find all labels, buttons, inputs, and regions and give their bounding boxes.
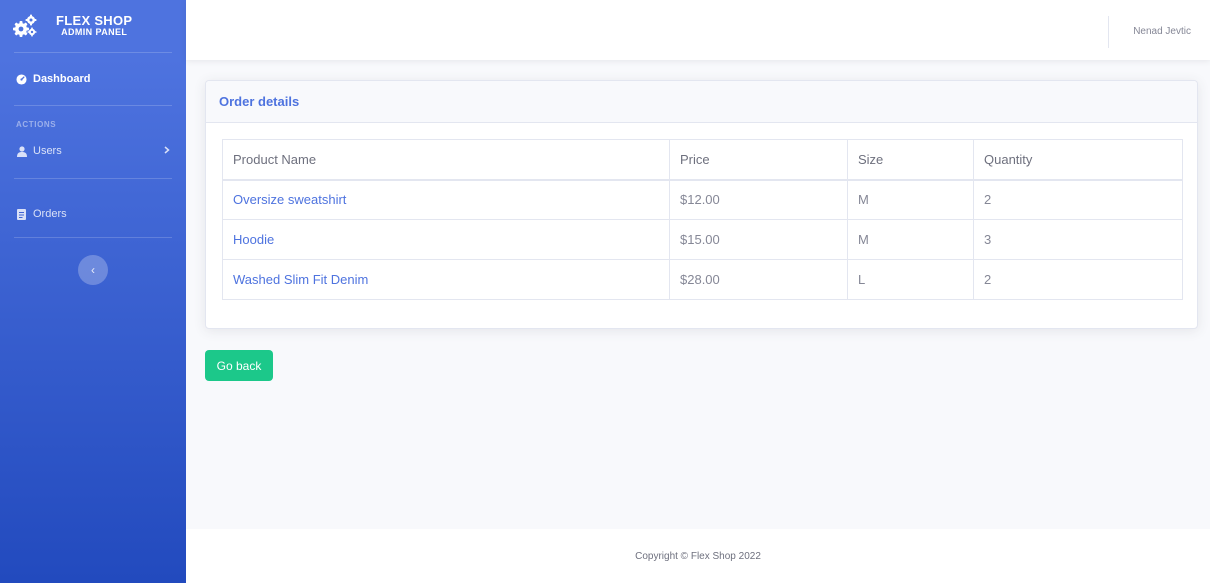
table-row: Hoodie $15.00 M 3 [222, 219, 1183, 260]
table-row: Washed Slim Fit Denim $28.00 L 2 [222, 259, 1183, 300]
sidebar-item-label: Orders [33, 208, 67, 220]
product-link[interactable]: Oversize sweatshirt [233, 192, 346, 207]
sidebar-brand[interactable]: FLEX SHOP ADMIN PANEL [0, 0, 186, 52]
size-cell: L [847, 259, 974, 300]
order-items-table: Product Name Price Size Quantity Oversiz… [222, 139, 1183, 300]
copyright-text: Copyright © Flex Shop 2022 [635, 550, 761, 562]
product-link[interactable]: Washed Slim Fit Denim [233, 272, 368, 287]
price-cell: $28.00 [669, 259, 848, 300]
footer: Copyright © Flex Shop 2022 [186, 529, 1210, 583]
sidebar-heading-actions: ACTIONS [16, 120, 57, 129]
table-header-row: Product Name Price Size Quantity [222, 139, 1183, 181]
column-header-product: Product Name [222, 139, 670, 181]
column-header-size: Size [847, 139, 974, 181]
brand-text: FLEX SHOP ADMIN PANEL [56, 12, 133, 38]
sidebar-item-users[interactable]: Users [0, 134, 186, 178]
brand-title: FLEX SHOP [56, 12, 133, 28]
brand-subtitle: ADMIN PANEL [61, 27, 128, 38]
column-header-quantity: Quantity [973, 139, 1183, 181]
topbar-divider [1108, 16, 1109, 48]
quantity-cell: 2 [973, 259, 1183, 300]
size-cell: M [847, 179, 974, 220]
product-cell: Hoodie [222, 219, 670, 260]
sidebar-toggle-button[interactable]: ‹ [78, 255, 108, 285]
price-cell: $15.00 [669, 219, 848, 260]
sidebar-toggle-wrap: ‹ [0, 255, 186, 285]
column-header-price: Price [669, 139, 848, 181]
cogs-icon [12, 13, 38, 39]
go-back-button[interactable]: Go back [205, 350, 273, 381]
topbar: Nenad Jevtic [186, 0, 1210, 60]
user-menu[interactable]: Nenad Jevtic [1133, 26, 1191, 37]
size-cell: M [847, 219, 974, 260]
user-icon [16, 145, 27, 157]
product-cell: Washed Slim Fit Denim [222, 259, 670, 300]
card-title: Order details [206, 81, 1197, 123]
sidebar: FLEX SHOP ADMIN PANEL Dashboard ACTIONS … [0, 0, 186, 583]
quantity-cell: 2 [973, 179, 1183, 220]
chevron-left-icon: ‹ [91, 263, 95, 277]
chevron-right-icon [164, 145, 170, 157]
table-row: Oversize sweatshirt $12.00 M 2 [222, 179, 1183, 220]
order-details-card: Order details Product Name Price Size Qu… [205, 80, 1198, 329]
file-icon [16, 208, 27, 220]
tachometer-icon [16, 73, 27, 85]
sidebar-item-dashboard[interactable]: Dashboard [0, 53, 186, 105]
quantity-cell: 3 [973, 219, 1183, 260]
sidebar-divider [14, 237, 172, 238]
price-cell: $12.00 [669, 179, 848, 220]
order-table-wrap: Product Name Price Size Quantity Oversiz… [222, 139, 1183, 300]
product-link[interactable]: Hoodie [233, 232, 274, 247]
product-cell: Oversize sweatshirt [222, 179, 670, 220]
sidebar-item-label: Users [33, 145, 62, 157]
sidebar-item-orders[interactable]: Orders [0, 179, 186, 237]
sidebar-item-label: Dashboard [33, 73, 91, 85]
